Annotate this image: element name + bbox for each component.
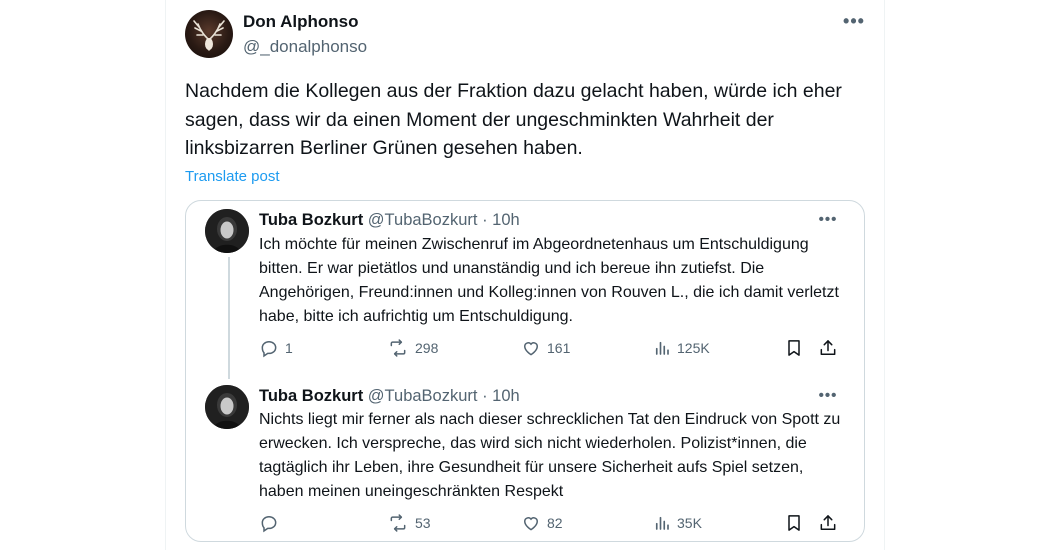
like-count: 82: [547, 515, 563, 531]
reply-button[interactable]: 1: [259, 338, 293, 358]
quote-text: Ich möchte für meinen Zwischenruf im Abg…: [259, 236, 839, 325]
share-button[interactable]: [818, 338, 838, 358]
more-options-icon[interactable]: •••: [840, 10, 868, 34]
meta-separator: ·: [482, 387, 488, 405]
repost-count: 53: [415, 515, 431, 531]
quote-header: Tuba Bozkurt @TubaBozkurt · 10h: [259, 209, 520, 231]
bookmark-icon: [788, 515, 800, 531]
quote-author-name[interactable]: Tuba Bozkurt: [259, 211, 363, 229]
thread-connector-line: [228, 257, 230, 379]
post-text: Nachdem die Kollegen aus der Fraktion da…: [185, 80, 842, 159]
quote-author-name[interactable]: Tuba Bozkurt: [259, 387, 363, 405]
repost-count: 298: [415, 340, 439, 356]
translate-post-link[interactable]: Translate post: [185, 167, 280, 187]
bookmark-icon: [788, 340, 800, 356]
repost-icon: [390, 339, 406, 357]
repost-button[interactable]: 53: [387, 513, 431, 533]
quote-author-handle[interactable]: @TubaBozkurt: [368, 211, 478, 229]
like-icon: [523, 342, 539, 356]
repost-icon: [390, 514, 406, 532]
author-handle[interactable]: @_donalphonso: [243, 36, 367, 58]
share-button[interactable]: [818, 513, 838, 533]
views-count: 35K: [677, 515, 702, 531]
quote-more-options-icon[interactable]: •••: [814, 211, 842, 231]
like-button[interactable]: 82: [521, 513, 563, 533]
views-count: 125K: [677, 340, 710, 356]
views-button[interactable]: 35K: [653, 513, 702, 533]
bookmark-button[interactable]: [784, 513, 804, 533]
quote-avatar[interactable]: [205, 385, 249, 429]
quote-timestamp[interactable]: 10h: [492, 387, 520, 405]
author-name[interactable]: Don Alphonso: [243, 11, 359, 33]
reply-icon: [261, 515, 277, 533]
quote-timestamp[interactable]: 10h: [492, 211, 520, 229]
bookmark-button[interactable]: [784, 338, 804, 358]
author-avatar[interactable]: [185, 10, 233, 58]
views-icon: [655, 341, 669, 355]
reply-button[interactable]: [259, 513, 285, 533]
share-icon: [820, 340, 836, 355]
like-count: 161: [547, 340, 571, 356]
like-icon: [523, 517, 539, 531]
quote-header: Tuba Bozkurt @TubaBozkurt · 10h: [259, 385, 520, 407]
reply-icon: [261, 340, 277, 358]
views-button[interactable]: 125K: [653, 338, 710, 358]
quote-avatar[interactable]: [205, 209, 249, 253]
quote-author-handle[interactable]: @TubaBozkurt: [368, 387, 478, 405]
views-icon: [655, 516, 669, 530]
repost-button[interactable]: 298: [387, 338, 438, 358]
meta-separator: ·: [482, 211, 488, 229]
like-button[interactable]: 161: [521, 338, 570, 358]
share-icon: [820, 515, 836, 530]
reply-count: 1: [285, 340, 293, 356]
quote-more-options-icon[interactable]: •••: [814, 387, 842, 407]
quote-text: Nichts liegt mir ferner als nach dieser …: [259, 411, 841, 500]
